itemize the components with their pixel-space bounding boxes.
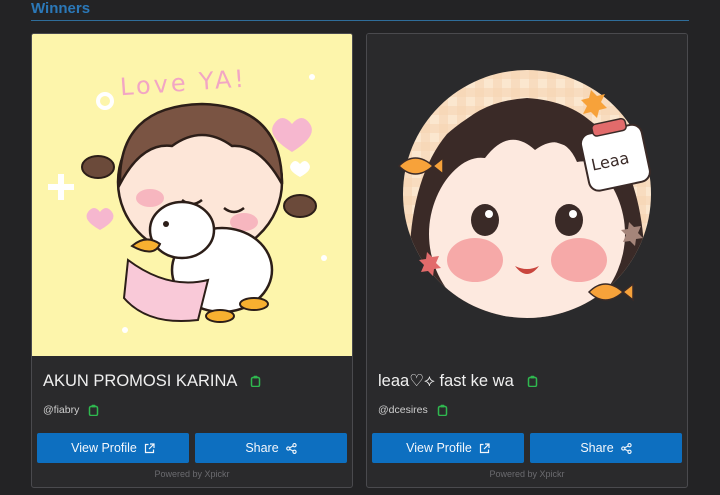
share-label: Share	[245, 441, 279, 455]
name-row: leaa♡⟡ fast ke wa	[378, 370, 538, 392]
profile-name: leaa♡⟡ fast ke wa	[378, 372, 514, 390]
powered-by-text: Powered by Xpickr	[154, 469, 230, 479]
external-link-icon	[144, 442, 155, 453]
external-link-icon	[479, 442, 490, 453]
copy-icon[interactable]	[527, 375, 538, 387]
share-button[interactable]: Share	[530, 433, 682, 463]
view-profile-label: View Profile	[71, 441, 137, 455]
winner-card: Leaa leaa♡⟡ fast ke wa @dcesires View Pr…	[366, 33, 688, 488]
profile-image: Love YA!	[32, 34, 352, 356]
copy-icon[interactable]	[250, 375, 261, 387]
powered-by-text: Powered by Xpickr	[489, 469, 565, 479]
section-header: Winners	[31, 0, 689, 21]
share-icon	[620, 442, 632, 454]
avatar-illustration-girl-leaa: Leaa	[367, 34, 687, 356]
name-row: AKUN PROMOSI KARINA	[43, 370, 261, 392]
profile-image: Leaa	[367, 34, 687, 356]
copy-icon[interactable]	[88, 404, 99, 416]
winner-card: Love YA! AKUN PROMOSI KARINA @fiabry Vie…	[31, 33, 353, 488]
section-title: Winners	[31, 0, 91, 17]
profile-handle: @fiabry	[43, 404, 80, 416]
handle-row: @fiabry	[43, 402, 99, 418]
share-label: Share	[580, 441, 614, 455]
view-profile-button[interactable]: View Profile	[372, 433, 524, 463]
avatar-illustration-girl-duck: Love YA!	[32, 34, 352, 356]
view-profile-button[interactable]: View Profile	[37, 433, 189, 463]
share-button[interactable]: Share	[195, 433, 347, 463]
profile-handle: @dcesires	[378, 404, 428, 416]
view-profile-label: View Profile	[406, 441, 472, 455]
profile-name: AKUN PROMOSI KARINA	[43, 371, 238, 390]
share-icon	[285, 442, 297, 454]
handle-row: @dcesires	[378, 402, 448, 418]
copy-icon[interactable]	[437, 404, 448, 416]
